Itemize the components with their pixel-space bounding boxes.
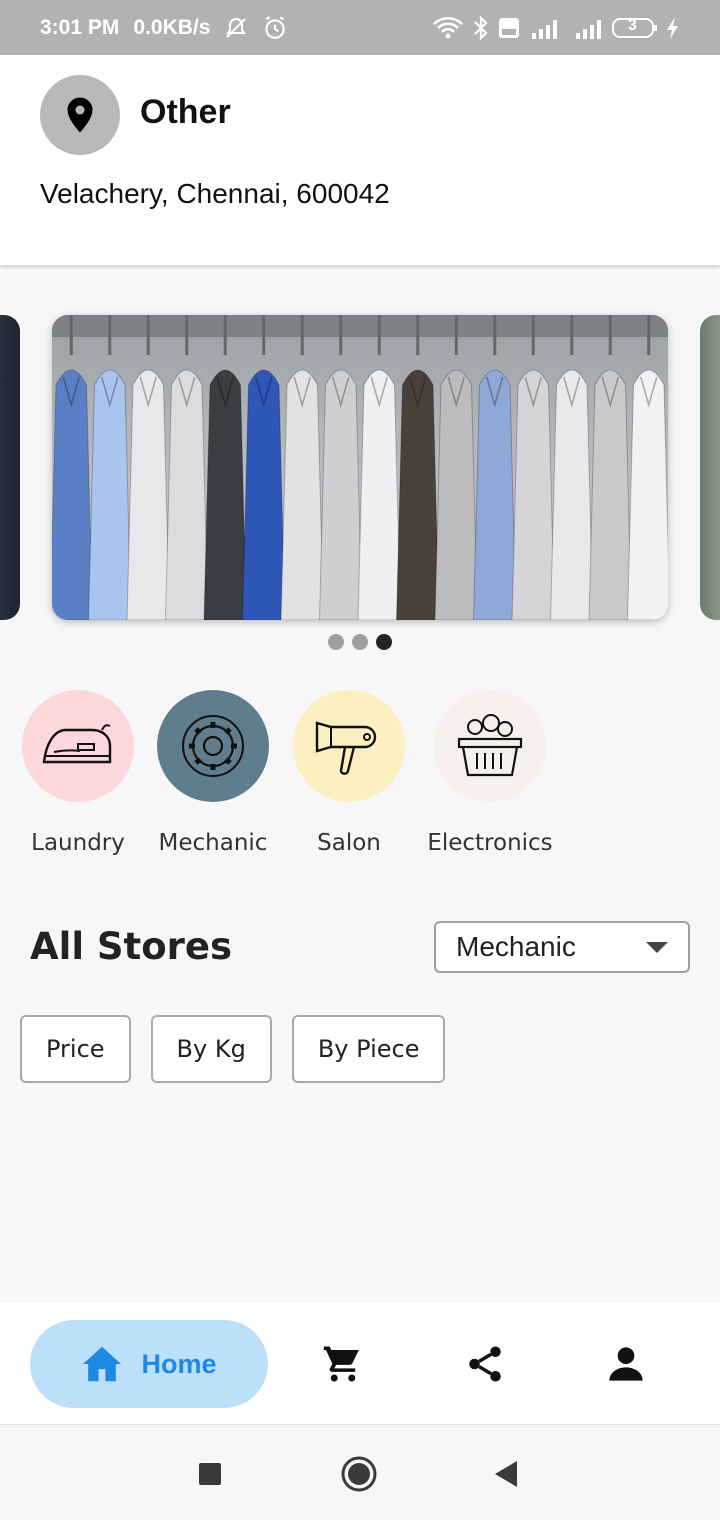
status-net-speed: 0.0KB/s: [133, 15, 211, 39]
back-icon[interactable]: [487, 1455, 525, 1493]
iron-icon: [22, 690, 134, 802]
status-bar: 3:01 PM 0.0KB/s 3: [0, 0, 720, 55]
volte-icon: [498, 16, 520, 40]
location-type: Other: [140, 93, 231, 131]
carousel-indicator: [0, 634, 720, 650]
nav-share-button[interactable]: [462, 1341, 508, 1387]
carousel-main-slide[interactable]: [52, 315, 668, 620]
section-title: All Stores: [30, 925, 233, 968]
home-icon: [81, 1345, 123, 1383]
dropdown-selected-value: Mechanic: [456, 931, 576, 962]
category-salon[interactable]: Salon: [279, 690, 419, 856]
basket-icon: [434, 690, 546, 802]
location-address: Velachery, Chennai, 600042: [40, 178, 390, 209]
category-electronics[interactable]: Electronics: [420, 690, 560, 856]
gear-icon: [157, 690, 269, 802]
system-navigation-bar: [0, 1425, 720, 1520]
category-laundry[interactable]: Laundry: [8, 690, 148, 856]
profile-icon: [606, 1344, 646, 1384]
category-filter-dropdown[interactable]: Mechanic: [434, 921, 690, 973]
carousel-dot-active[interactable]: [376, 634, 392, 650]
category-label: Laundry: [31, 830, 125, 856]
nav-home-button[interactable]: Home: [30, 1320, 268, 1408]
shirts-image: [52, 315, 668, 620]
bluetooth-icon: [472, 14, 490, 41]
share-icon: [464, 1343, 506, 1385]
sort-chip-by-kg[interactable]: By Kg: [150, 1015, 272, 1083]
sort-chip-by-piece[interactable]: By Piece: [291, 1015, 446, 1083]
bottom-navigation: Home: [0, 1303, 720, 1425]
category-label: Electronics: [427, 830, 553, 856]
battery-level: 3: [628, 16, 637, 34]
carousel-dot[interactable]: [352, 634, 368, 650]
signal-4g-icon: [528, 15, 566, 41]
nav-home-label: Home: [141, 1348, 217, 1379]
sort-chips: Price By Kg By Piece: [20, 1015, 446, 1083]
sort-chip-price[interactable]: Price: [20, 1015, 131, 1083]
category-label: Mechanic: [158, 830, 268, 856]
wifi-icon: [432, 16, 464, 40]
banner-carousel[interactable]: [0, 315, 720, 620]
chevron-down-icon: [646, 941, 668, 953]
nav-cart-button[interactable]: [320, 1341, 366, 1387]
location-pin-icon: [40, 75, 120, 155]
alarm-icon: [262, 15, 288, 41]
home-circle-icon[interactable]: [340, 1455, 378, 1493]
category-list: Laundry Mechanic Salon Electronics: [0, 690, 720, 870]
nav-profile-button[interactable]: [603, 1341, 649, 1387]
cart-icon: [321, 1343, 365, 1385]
category-mechanic[interactable]: Mechanic: [143, 690, 283, 856]
carousel-prev-slide[interactable]: [0, 315, 20, 620]
recents-icon[interactable]: [191, 1455, 229, 1493]
location-header[interactable]: Other Velachery, Chennai, 600042: [0, 55, 720, 265]
carousel-dot[interactable]: [328, 634, 344, 650]
signal-icon: [574, 15, 604, 41]
hair-dryer-icon: [293, 690, 405, 802]
muted-bell-icon: [224, 16, 248, 40]
status-time: 3:01 PM: [40, 15, 120, 39]
battery-icon: 3: [612, 16, 658, 40]
carousel-next-slide[interactable]: [700, 315, 720, 620]
category-label: Salon: [317, 830, 381, 856]
charging-icon: [666, 16, 680, 40]
